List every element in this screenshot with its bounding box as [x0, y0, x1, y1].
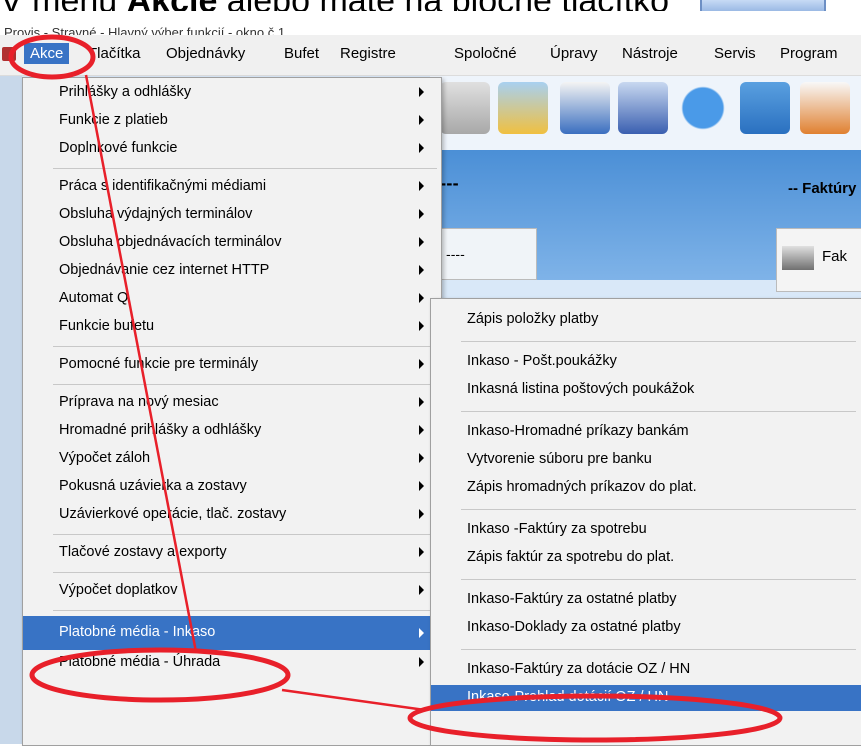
annotation-line-2: [281, 688, 426, 712]
annotation-overlay: [8, 34, 783, 743]
annotation-ellipse-inkaso: [29, 647, 291, 703]
annotation-ellipse-prehlad: [407, 693, 783, 743]
annotation-line-1: [84, 74, 198, 653]
annotation-ellipse-akce: [8, 34, 96, 80]
